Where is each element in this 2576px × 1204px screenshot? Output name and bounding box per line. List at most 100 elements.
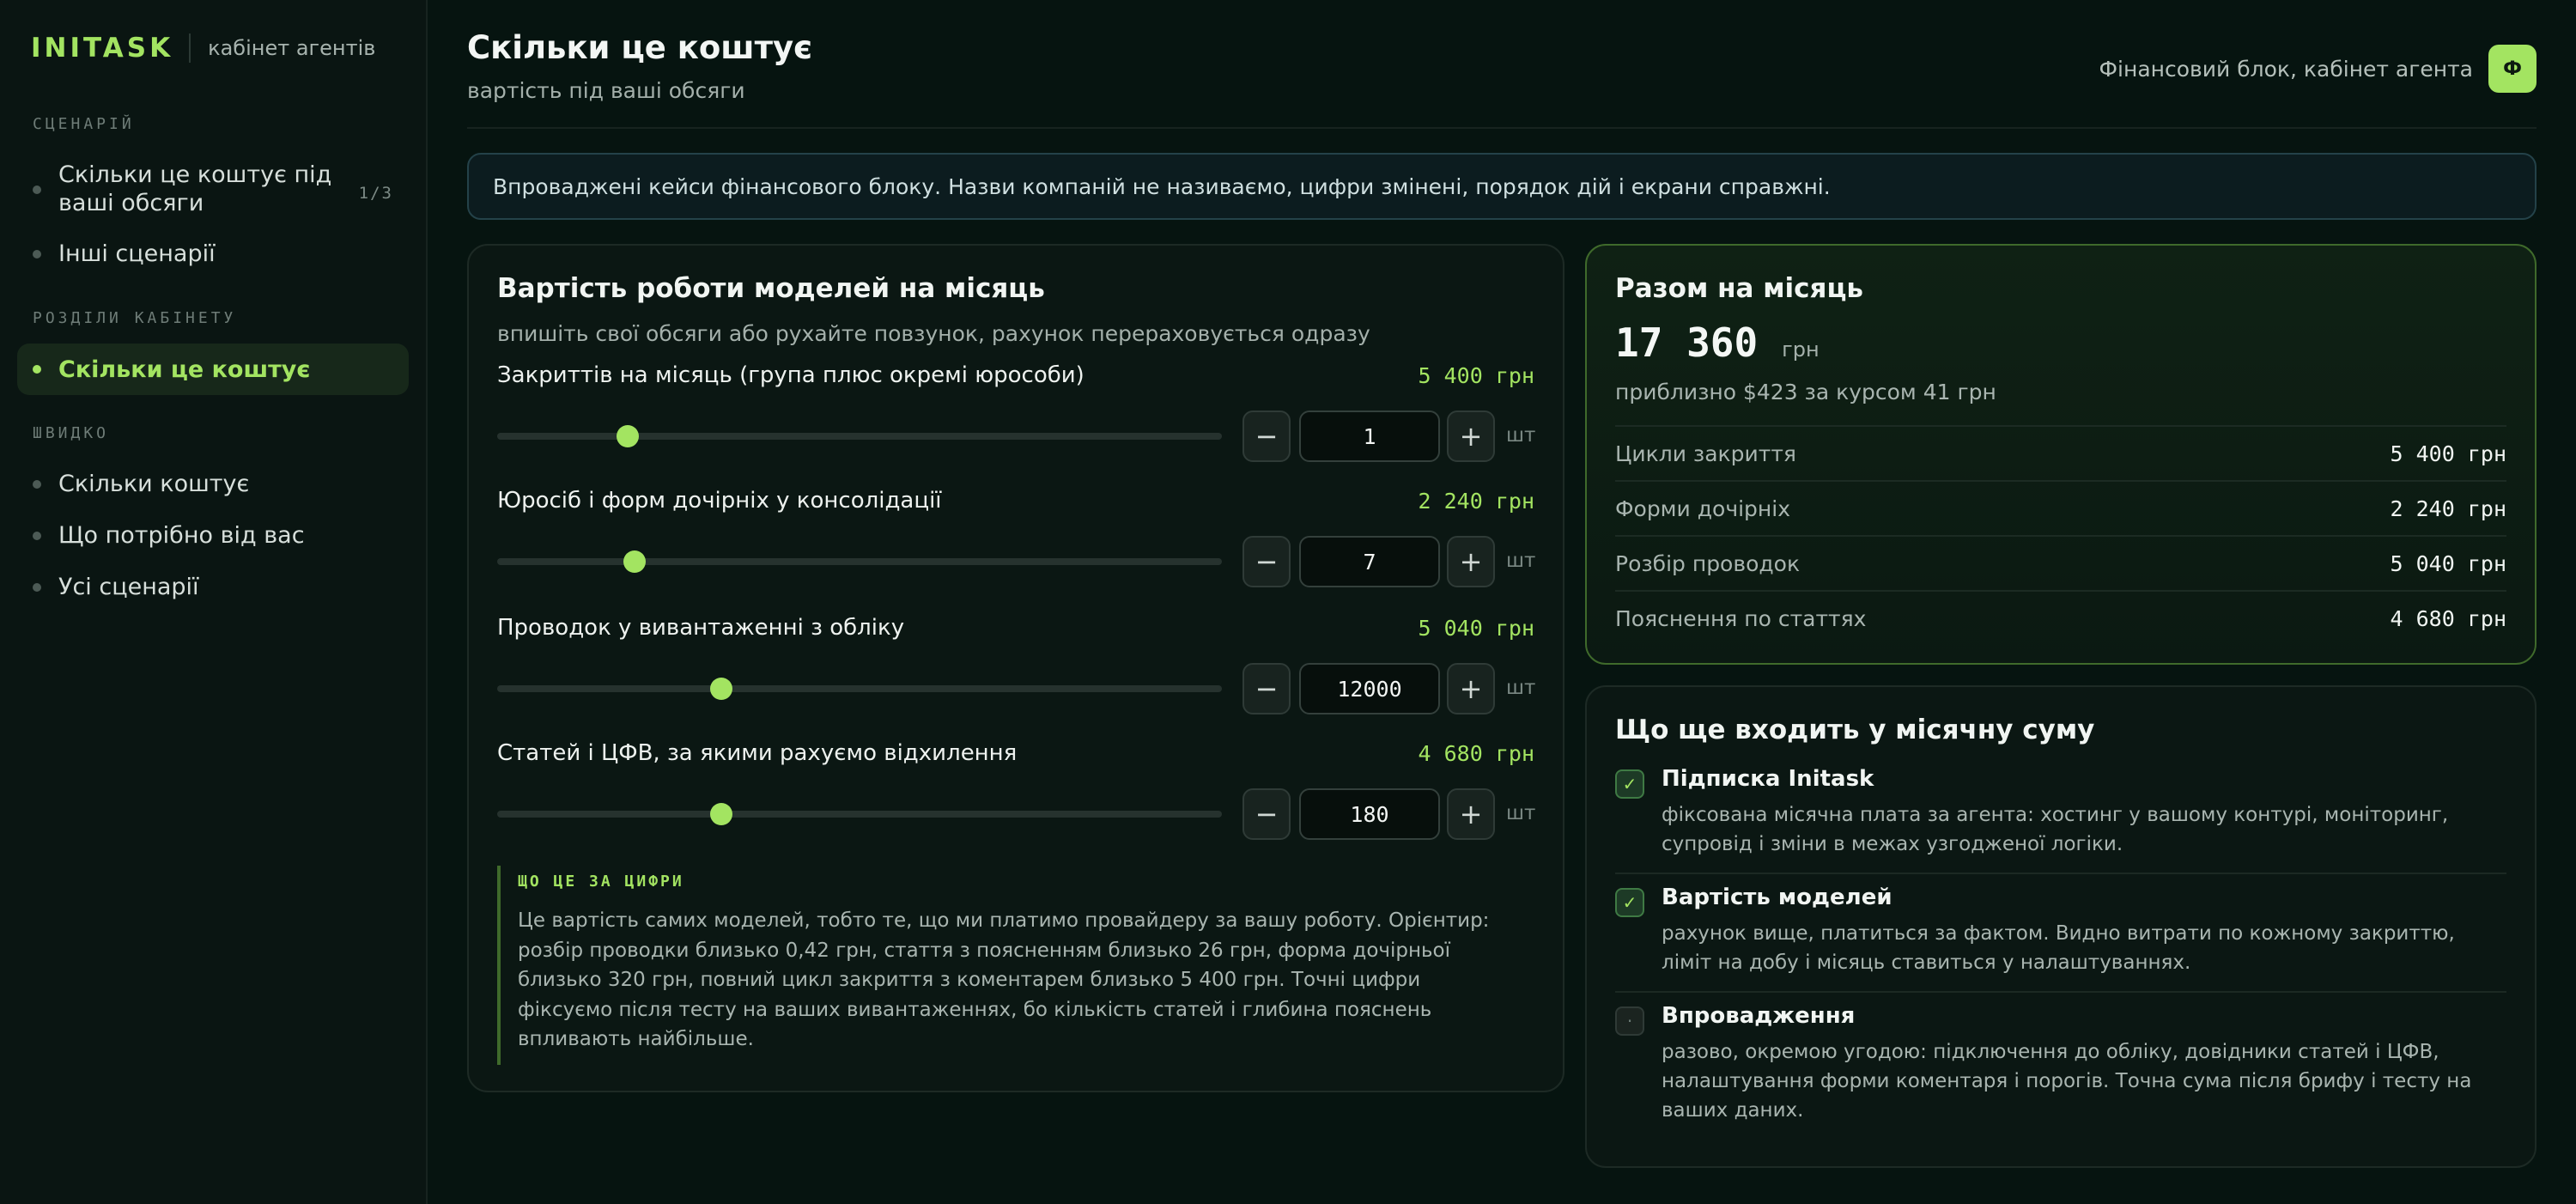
total-title: Разом на місяць — [1615, 273, 1864, 304]
slider-thumb[interactable] — [616, 425, 639, 447]
included-title: Що ще входить у місячну суму — [1615, 714, 2095, 745]
param-head: Статей і ЦФВ, за якими рахуємо відхиленн… — [497, 740, 1534, 766]
decrement-button[interactable]: − — [1242, 536, 1291, 587]
param-controls: − + шт — [497, 663, 1536, 714]
param-controls: − + шт — [497, 536, 1536, 587]
included-item-models: ✓ Вартість моделей рахунок вище, платить… — [1615, 885, 2506, 993]
scenario-counter: 1/3 — [358, 184, 393, 203]
increment-button[interactable]: + — [1447, 410, 1495, 462]
sidebar-item-label: Скільки коштує — [58, 471, 250, 497]
decrement-button[interactable]: − — [1242, 788, 1291, 840]
sidebar-item-quick-cost[interactable]: Скільки коштує — [17, 470, 409, 498]
total-amount: 17 360 — [1615, 319, 1759, 366]
sidebar-item-label: Інші сценарії — [58, 240, 216, 267]
breakdown-label: Цикли закриття — [1615, 441, 1796, 466]
breakdown-label: Форми дочірніх — [1615, 496, 1790, 521]
included-item-desc: рахунок вище, платиться за фактом. Видно… — [1662, 922, 2455, 974]
increment-button[interactable]: + — [1447, 536, 1495, 587]
slider-thumb[interactable] — [709, 678, 732, 700]
included-item-subscription: ✓ Підписка Initask фіксована місячна пла… — [1615, 766, 2506, 874]
volume-slider[interactable] — [497, 550, 1222, 573]
slider-thumb[interactable] — [623, 550, 646, 573]
breakdown-value: 5 040 грн — [2390, 550, 2506, 576]
quantity-input[interactable] — [1299, 663, 1440, 714]
unit-label: шт — [1506, 677, 1536, 699]
monthly-total-card: Разом на місяць 17 360 грн приблизно $42… — [1585, 244, 2537, 665]
param-price: 5 040 грн — [1418, 615, 1534, 641]
total-value-row: 17 360 грн — [1615, 319, 2506, 366]
brand-divider — [189, 33, 191, 63]
info-notice: Впроваджені кейси фінансового блоку. Наз… — [467, 153, 2537, 220]
slider-thumb[interactable] — [709, 803, 732, 825]
breakdown-label: Пояснення по статтях — [1615, 605, 1867, 631]
sidebar-item-requirements[interactable]: Що потрібно від вас — [17, 521, 409, 550]
bullet-dot-icon — [33, 250, 41, 258]
param-controls: − + шт — [497, 788, 1535, 840]
unit-label: шт — [1506, 550, 1536, 572]
decrement-button[interactable]: − — [1242, 663, 1291, 714]
brand[interactable]: INITASK кабінет агентів — [31, 33, 375, 64]
calculator-subtitle: впишіть свої обсяги або рухайте повзунок… — [497, 321, 1370, 346]
breakdown-value: 2 240 грн — [2390, 496, 2506, 521]
bullet-dot-icon — [33, 583, 41, 592]
total-currency: грн — [1782, 337, 1820, 362]
param-head: Закриттів на місяць (група плюс окремі ю… — [497, 362, 1534, 388]
quantity-input[interactable] — [1299, 410, 1440, 462]
calculator-card: Вартість роботи моделей на місяць впишіт… — [467, 244, 1564, 1092]
param-label: Юросіб і форм дочірніх у консолідації — [497, 488, 942, 514]
included-item-implementation: · Впровадження разово, окремою угодою: п… — [1615, 1003, 2506, 1140]
included-item-title: Підписка Initask — [1662, 766, 1874, 792]
included-item-desc: фіксована місячна плата за агента: хости… — [1662, 804, 2449, 855]
param-label: Закриттів на місяць (група плюс окремі ю… — [497, 362, 1084, 388]
included-card: Що ще входить у місячну суму ✓ Підписка … — [1585, 685, 2537, 1168]
section-quick-heading: ШВИДКО — [33, 424, 110, 442]
included-item-title: Вартість моделей — [1662, 885, 1893, 910]
cost-breakdown: Цикли закриття 5 400 грн Форми дочірніх … — [1615, 425, 2506, 645]
param-controls: − + шт — [497, 410, 1535, 462]
sidebar-item-label: Що потрібно від вас — [58, 522, 305, 549]
brand-logo[interactable]: INITASK — [31, 33, 173, 64]
breakdown-row: Розбір проводок 5 040 грн — [1615, 535, 2506, 590]
sidebar-item-pricing[interactable]: Скільки це коштує — [17, 344, 409, 395]
volume-slider[interactable] — [497, 425, 1222, 447]
dot-icon: · — [1615, 1006, 1644, 1036]
volume-slider[interactable] — [497, 803, 1222, 825]
increment-button[interactable]: + — [1447, 663, 1495, 714]
sidebar-item-other-scenarios[interactable]: Інші сценарії — [17, 240, 409, 268]
param-label: Проводок у вивантаженні з обліку — [497, 615, 905, 641]
page-header: Скільки це коштує вартість під ваші обся… — [467, 29, 2537, 129]
bullet-dot-icon — [33, 480, 41, 489]
context-label: Фінансовий блок, кабінет агента — [2099, 56, 2473, 82]
param-price: 2 240 грн — [1418, 488, 1534, 514]
explanation-title: ЩО ЦЕ ЗА ЦИФРИ — [518, 873, 684, 891]
volume-slider[interactable] — [497, 678, 1222, 700]
quantity-input[interactable] — [1299, 536, 1440, 587]
total-approx: приблизно $423 за курсом 41 грн — [1615, 380, 1996, 404]
bullet-dot-icon — [33, 365, 41, 374]
included-item-title: Впровадження — [1662, 1003, 1856, 1029]
sidebar-item-pricing-scenario[interactable]: Скільки це коштує під ваші обсяги 1/3 — [17, 161, 409, 217]
sidebar-item-all-scenarios[interactable]: Усі сценарії — [17, 573, 409, 601]
param-row: Проводок у вивантаженні з обліку 5 040 г… — [497, 615, 1536, 735]
breakdown-row: Цикли закриття 5 400 грн — [1615, 425, 2506, 480]
sidebar-item-label: Скільки це коштує під ваші обсяги — [58, 161, 332, 216]
explanation-block: ЩО ЦЕ ЗА ЦИФРИ Це вартість самих моделей… — [497, 866, 1519, 1065]
breakdown-row: Пояснення по статтях 4 680 грн — [1615, 590, 2506, 645]
breakdown-row: Форми дочірніх 2 240 грн — [1615, 480, 2506, 535]
check-icon: ✓ — [1615, 888, 1644, 917]
quantity-input[interactable] — [1299, 788, 1440, 840]
decrement-button[interactable]: − — [1242, 410, 1291, 462]
breakdown-value: 4 680 грн — [2390, 605, 2506, 631]
breakdown-label: Розбір проводок — [1615, 550, 1801, 576]
param-label: Статей і ЦФВ, за якими рахуємо відхиленн… — [497, 740, 1018, 766]
bullet-dot-icon — [33, 532, 41, 540]
param-price: 5 400 грн — [1418, 362, 1534, 388]
avatar[interactable]: Ф — [2488, 45, 2537, 93]
sidebar: INITASK кабінет агентів СЦЕНАРІЙ Скільки… — [0, 0, 428, 1204]
explanation-text: Це вартість самих моделей, тобто те, що … — [518, 909, 1490, 1050]
included-item-desc: разово, окремою угодою: підключення до о… — [1662, 1041, 2472, 1122]
increment-button[interactable]: + — [1447, 788, 1495, 840]
param-price: 4 680 грн — [1418, 740, 1534, 766]
breakdown-value: 5 400 грн — [2390, 441, 2506, 466]
param-row: Закриттів на місяць (група плюс окремі ю… — [497, 362, 1535, 483]
